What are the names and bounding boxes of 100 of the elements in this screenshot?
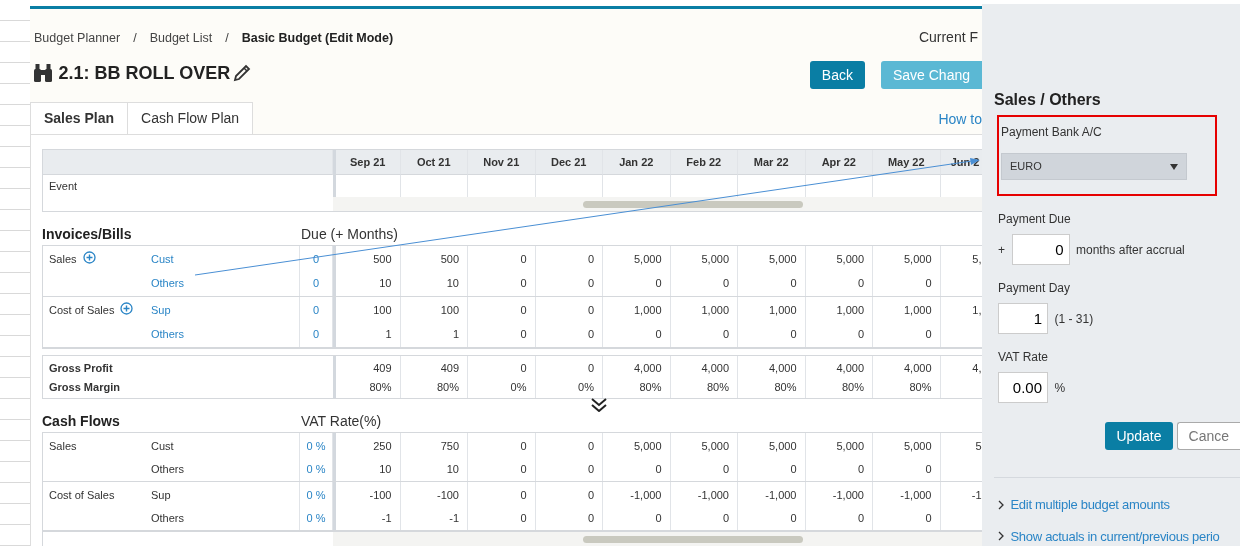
panel-title: Sales / Others (994, 90, 1102, 110)
table-cell: 750 (400, 433, 468, 457)
table-cell: 0 (535, 271, 603, 296)
account-link[interactable]: Others (151, 271, 299, 296)
table-cell: 80% (603, 377, 671, 398)
table-cell: 0 (805, 506, 873, 530)
number-field[interactable]: 0.00 (998, 372, 1048, 403)
breadcrumb-link[interactable]: Budget Planner (34, 29, 121, 48)
table-cell: -1,000 (603, 482, 671, 506)
bank-dropdown[interactable]: EURO (1001, 153, 1187, 180)
save-button[interactable]: Save Chang (880, 61, 982, 89)
section-title: Invoices/Bills (42, 225, 133, 244)
table-cell: 1 (400, 322, 468, 347)
table-cell: 5,000 (670, 246, 738, 271)
table-cell: 0 (873, 506, 941, 530)
field-label: VAT Rate (998, 349, 1050, 366)
tab[interactable]: Cash Flow Plan (128, 102, 254, 134)
panel-link[interactable]: Edit multiple budget amounts (1010, 495, 1170, 515)
table-cell: 1,000 (670, 297, 738, 322)
table-cell: 1,000 (873, 297, 941, 322)
table-cell: 0 (468, 246, 536, 271)
add-icon[interactable] (120, 302, 134, 315)
account-link[interactable]: Cust (151, 246, 299, 271)
table-cell: 1,000 (738, 297, 806, 322)
table-cell: 0 (670, 322, 738, 347)
account-link[interactable]: Sup (151, 297, 299, 322)
table-cell: 0 (603, 322, 671, 347)
month-header: Feb 22 (670, 150, 738, 175)
caret-icon (1170, 163, 1178, 170)
table-cell: 4,000 (738, 356, 806, 377)
update-button[interactable]: Update (1105, 422, 1173, 450)
table-cell: 80% (400, 377, 468, 398)
table-cell: 500 (333, 246, 401, 271)
table-cell: 0 (738, 322, 806, 347)
breadcrumb-link[interactable]: Budget List (149, 29, 213, 48)
table-cell: 100 (333, 297, 401, 322)
chevron-icon (998, 531, 1004, 542)
column-label: VAT Rate(%) (300, 412, 383, 431)
binoculars-icon (34, 64, 52, 83)
table-cell: 0 (535, 356, 603, 377)
panel-link[interactable]: Show actuals in current/previous perio (1010, 526, 1220, 546)
month-header: Nov 21 (468, 150, 536, 175)
account-label: Sup (151, 488, 172, 503)
table-cell: 5,000 (603, 433, 671, 457)
table-cell: 0 (535, 246, 603, 271)
setting-value[interactable]: 0 % (299, 433, 333, 457)
add-icon[interactable] (82, 251, 96, 264)
cancel-button[interactable]: Cance (1176, 422, 1240, 450)
table-cell: 0 (805, 271, 873, 296)
table-cell: 0 (468, 322, 536, 347)
table-cell: 0 (535, 433, 603, 457)
table-cell: 4,000 (603, 356, 671, 377)
scroll-thumb[interactable] (583, 201, 803, 208)
table-cell: 0 (468, 271, 536, 296)
account-link[interactable]: Others (151, 322, 299, 347)
setting-value[interactable]: 0 (299, 297, 333, 322)
table-cell: 0 (873, 322, 941, 347)
group-label: Cost of Sales (49, 303, 115, 318)
table-cell: 0 (670, 457, 738, 481)
group-label: Cost of Sales (49, 488, 115, 503)
field-label: Payment Bank A/C (1001, 124, 1103, 141)
table-cell: 0 (738, 271, 806, 296)
account-label: Others (151, 510, 185, 526)
back-button[interactable]: Back (809, 61, 865, 89)
month-header: Dec 21 (535, 150, 603, 175)
table-cell: 4,000 (805, 356, 873, 377)
column-label: Due (+ Months) (300, 225, 399, 244)
month-header: Oct 21 (400, 150, 468, 175)
tab[interactable]: Sales Plan (30, 102, 129, 134)
month-header: Jan 22 (603, 150, 671, 175)
help-link[interactable]: How to (938, 109, 982, 130)
table-cell: -1,000 (670, 482, 738, 506)
setting-value[interactable]: 0 % (299, 506, 333, 530)
row-label: Event (48, 178, 79, 194)
table-cell: 80% (873, 377, 941, 398)
number-field[interactable]: 1 (998, 303, 1048, 334)
double-chevron-icon[interactable] (591, 398, 607, 412)
scroll-thumb[interactable] (583, 536, 803, 543)
number-field[interactable]: 0 (1011, 234, 1070, 265)
table-cell: 10 (333, 271, 401, 296)
row-label: Gross Margin (48, 380, 121, 396)
table-cell: 0 (738, 506, 806, 530)
account-label: Cust (151, 439, 175, 454)
table-cell: -100 (400, 482, 468, 506)
setting-value[interactable]: 0 (299, 246, 333, 271)
suffix-label: % (1054, 379, 1066, 397)
setting-value[interactable]: 0 (299, 322, 333, 347)
table-cell: 0 (805, 322, 873, 347)
suffix-label: months after accrual (1076, 241, 1185, 259)
table-cell: 0 (468, 433, 536, 457)
setting-value[interactable]: 0 % (299, 457, 333, 481)
table-cell: 5,000 (670, 433, 738, 457)
setting-value[interactable]: 0 (299, 271, 333, 296)
table-cell: 10 (400, 457, 468, 481)
table-cell: 80% (333, 377, 401, 398)
prefix-label: + (998, 241, 1005, 259)
setting-value[interactable]: 0 % (299, 482, 333, 506)
budget-title: 2.1: BB ROLL OVER (58, 61, 231, 85)
table-cell: 1,000 (603, 297, 671, 322)
table-cell: 5,000 (873, 433, 941, 457)
